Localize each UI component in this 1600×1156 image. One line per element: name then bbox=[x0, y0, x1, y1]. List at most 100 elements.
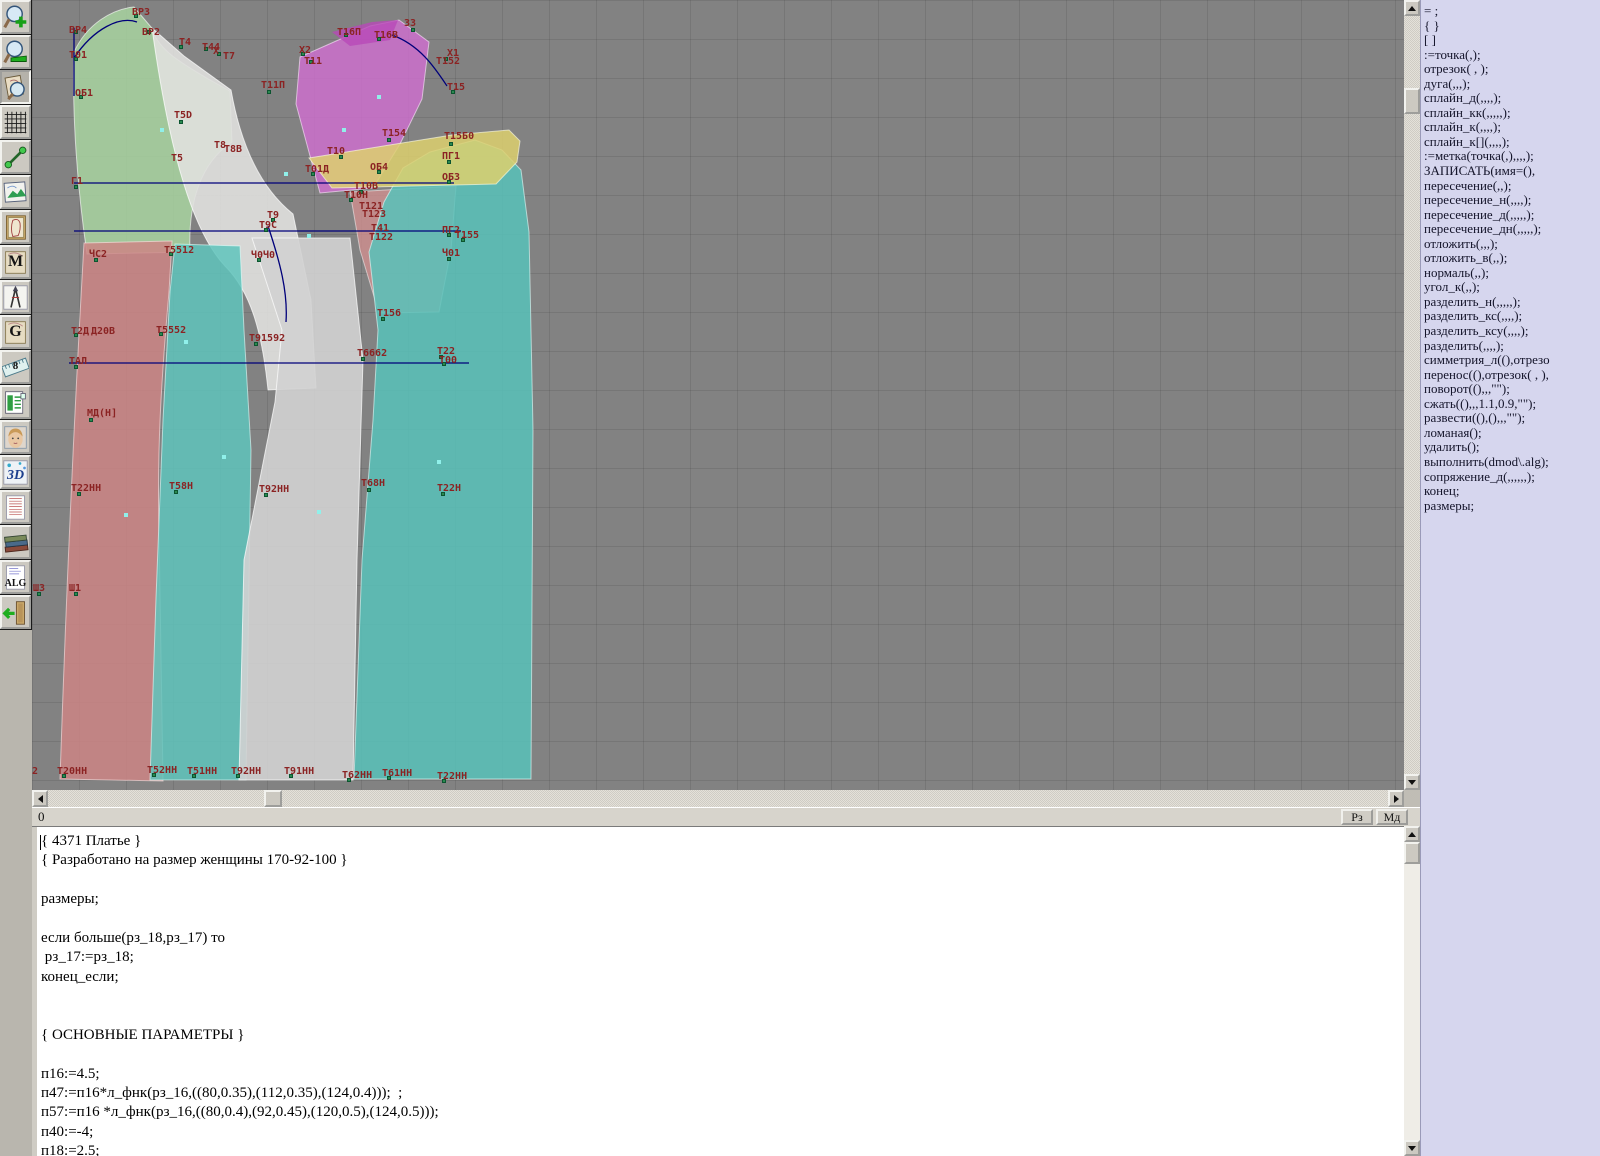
code-line: размеры; bbox=[41, 891, 99, 908]
control-point[interactable] bbox=[160, 128, 164, 132]
canvas-horizontal-scrollbar[interactable] bbox=[32, 790, 1404, 807]
code-line: п40:=-4; bbox=[41, 1123, 94, 1140]
point-label: Т52НН bbox=[147, 765, 178, 776]
status-bar: 0 Рз Мд bbox=[32, 807, 1420, 826]
algorithm-editor[interactable]: { 4371 Платье } { Разработано на размер ж… bbox=[32, 826, 1404, 1156]
command-palette: = ;{ }[ ]:=точка(,); отрезок( , ); дуга(,,… bbox=[1420, 0, 1600, 1156]
command-item[interactable]: сплайн_к[](,,,,); bbox=[1421, 135, 1600, 150]
command-item[interactable]: сопряжение_д(,,,,,,); bbox=[1421, 470, 1600, 485]
command-item[interactable]: развести((),(),,,""); bbox=[1421, 411, 1600, 426]
command-item[interactable]: удалить(); bbox=[1421, 440, 1600, 455]
command-item[interactable]: перенос((),отрезок( , ), bbox=[1421, 368, 1600, 383]
canvas-scroll-down-button[interactable] bbox=[1404, 774, 1420, 790]
command-item[interactable]: :=точка(,); bbox=[1421, 48, 1600, 63]
preview-button[interactable] bbox=[0, 69, 32, 105]
zoom-out-button[interactable] bbox=[0, 34, 32, 70]
editor-vscroll-thumb[interactable] bbox=[1404, 842, 1420, 864]
command-item[interactable]: разделить_кс(,,,,); bbox=[1421, 309, 1600, 324]
point-label: Т68Н bbox=[361, 478, 386, 489]
canvas-scroll-right-button[interactable] bbox=[1388, 790, 1404, 807]
photo-button[interactable] bbox=[0, 419, 32, 455]
command-item[interactable]: угол_к(,,); bbox=[1421, 280, 1600, 295]
command-item[interactable]: симметрия_л((),отрезо bbox=[1421, 353, 1600, 368]
point-label: Т11П bbox=[261, 80, 286, 91]
books-button[interactable] bbox=[0, 524, 32, 560]
command-item[interactable]: { } bbox=[1421, 19, 1600, 34]
point-label: Т152 bbox=[436, 56, 461, 67]
command-item[interactable]: сплайн_к(,,,,); bbox=[1421, 120, 1600, 135]
command-item[interactable]: разделить(,,,,); bbox=[1421, 339, 1600, 354]
canvas-vscroll-thumb[interactable] bbox=[1404, 88, 1420, 114]
segment-button[interactable] bbox=[0, 139, 32, 175]
pattern-card-button[interactable] bbox=[0, 209, 32, 245]
md-button[interactable]: Мд bbox=[1376, 809, 1408, 825]
command-item[interactable]: пересечение_н(,,,,); bbox=[1421, 193, 1600, 208]
canvas-scroll-up-button[interactable] bbox=[1404, 0, 1420, 16]
point-label: Т5512 bbox=[164, 245, 195, 256]
exit-button[interactable] bbox=[0, 594, 32, 630]
command-item[interactable]: конец; bbox=[1421, 484, 1600, 499]
ruler-button[interactable]: 8 bbox=[0, 349, 32, 385]
command-item[interactable]: дуга(,,,); bbox=[1421, 77, 1600, 92]
command-item[interactable]: [ ] bbox=[1421, 33, 1600, 48]
command-item[interactable]: поворот((),,,""); bbox=[1421, 382, 1600, 397]
command-item[interactable]: сплайн_д(,,,,); bbox=[1421, 91, 1600, 106]
code-line: если больше(рз_18,рз_17) то bbox=[41, 929, 225, 946]
view-3d-button[interactable]: 3D bbox=[0, 454, 32, 490]
zoom-in-button[interactable] bbox=[0, 0, 32, 35]
point-label: ВР2 bbox=[142, 27, 161, 38]
list-icon bbox=[6, 494, 25, 520]
canvas-hscroll-thumb[interactable] bbox=[264, 790, 282, 807]
code-line: п18:=2.5; bbox=[41, 1143, 100, 1156]
control-point[interactable] bbox=[342, 128, 346, 132]
command-item[interactable]: размеры; bbox=[1421, 499, 1600, 514]
command-item[interactable]: :=метка(точка(,),,,,); bbox=[1421, 149, 1600, 164]
editor-vertical-scrollbar[interactable] bbox=[1404, 826, 1420, 1156]
compass-button[interactable] bbox=[0, 279, 32, 315]
point-label: Т8В bbox=[224, 144, 243, 155]
control-point[interactable] bbox=[222, 455, 226, 459]
control-point[interactable] bbox=[184, 340, 188, 344]
alg-button[interactable]: ALG bbox=[0, 559, 32, 595]
pattern-canvas[interactable]: ВР3 ВР4 ВР2 Т4 Т44 Х Т7 Т01 Т16П 33 Т16В Х2 Т11 Х1 Т15… bbox=[32, 0, 1404, 790]
point-label: Т10 bbox=[327, 146, 346, 157]
command-item[interactable]: отложить(,,,); bbox=[1421, 237, 1600, 252]
point-label: Т9С bbox=[259, 220, 278, 231]
command-item[interactable]: разделить_н(,,,,,); bbox=[1421, 295, 1600, 310]
construction-point[interactable] bbox=[449, 142, 453, 146]
canvas-scroll-left-button[interactable] bbox=[32, 790, 48, 807]
command-item[interactable]: сплайн_кк(,,,,,); bbox=[1421, 106, 1600, 121]
control-point[interactable] bbox=[377, 95, 381, 99]
editor-scroll-down-button[interactable] bbox=[1404, 1140, 1420, 1156]
command-item[interactable]: пересечение_дн(,,,,,); bbox=[1421, 222, 1600, 237]
command-item[interactable]: разделить_ксу(,,,,); bbox=[1421, 324, 1600, 339]
control-point[interactable] bbox=[124, 513, 128, 517]
command-item[interactable]: отрезок( , ); bbox=[1421, 62, 1600, 77]
point-label: Т156 bbox=[377, 308, 402, 319]
command-item[interactable]: выполнить(dmod\.alg); bbox=[1421, 455, 1600, 470]
control-point[interactable] bbox=[437, 460, 441, 464]
image-button[interactable] bbox=[0, 174, 32, 210]
point-label: ОБ3 bbox=[442, 172, 461, 183]
editor-scroll-up-button[interactable] bbox=[1404, 826, 1420, 842]
command-item[interactable]: ЗАПИСАТЬ(имя=(), bbox=[1421, 164, 1600, 179]
status-value: 0 bbox=[38, 809, 45, 824]
size-table-button[interactable] bbox=[0, 384, 32, 420]
command-item[interactable]: отложить_в(,,); bbox=[1421, 251, 1600, 266]
command-item[interactable]: = ; bbox=[1421, 4, 1600, 19]
canvas-vertical-scrollbar[interactable] bbox=[1404, 0, 1420, 790]
grid-button[interactable] bbox=[0, 104, 32, 140]
rz-button[interactable]: Рз bbox=[1341, 809, 1373, 825]
grading-g-button[interactable]: G bbox=[0, 314, 32, 350]
point-label: Т22НН bbox=[71, 483, 102, 494]
control-point[interactable] bbox=[284, 172, 288, 176]
list-button[interactable] bbox=[0, 489, 32, 525]
control-point[interactable] bbox=[317, 510, 321, 514]
command-item[interactable]: ломаная(); bbox=[1421, 426, 1600, 441]
command-item[interactable]: сжать((),,,1.1,0.9,""); bbox=[1421, 397, 1600, 412]
control-point[interactable] bbox=[307, 234, 311, 238]
measurements-m-button[interactable]: M bbox=[0, 244, 32, 280]
command-item[interactable]: нормаль(,,); bbox=[1421, 266, 1600, 281]
command-item[interactable]: пересечение_д(,,,,,); bbox=[1421, 208, 1600, 223]
command-item[interactable]: пересечение(,,); bbox=[1421, 179, 1600, 194]
